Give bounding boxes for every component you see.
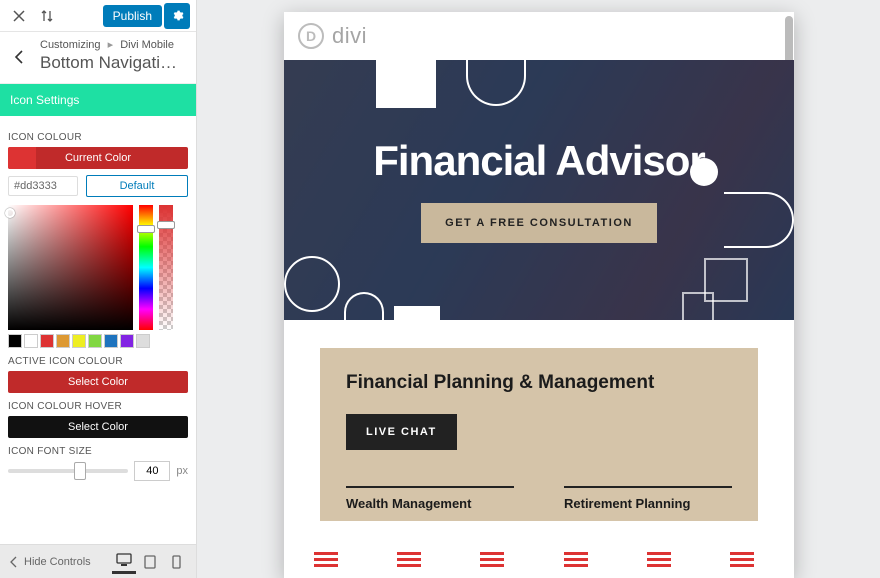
chevron-left-icon: [8, 556, 20, 568]
nav-item[interactable]: [617, 540, 700, 578]
hue-slider[interactable]: [139, 205, 153, 330]
deco-square-icon: [394, 306, 440, 320]
service-title: Wealth Management: [346, 496, 514, 511]
alpha-slider[interactable]: [159, 205, 173, 330]
bottom-navigation: [284, 540, 784, 578]
panel-header: Publish: [0, 0, 196, 32]
back-button[interactable]: [8, 46, 30, 68]
breadcrumb-root: Customizing: [40, 39, 101, 51]
color-swatch[interactable]: [8, 334, 22, 348]
saturation-value-area[interactable]: [8, 205, 133, 330]
active-icon-colour-label: ACTIVE ICON COLOUR: [8, 356, 188, 367]
hex-input[interactable]: [8, 176, 78, 196]
device-mobile-icon[interactable]: [164, 550, 188, 574]
breadcrumb-sep: ▸: [108, 39, 114, 51]
color-swatch[interactable]: [88, 334, 102, 348]
site-logo-text: divi: [332, 23, 367, 49]
divider: [564, 486, 732, 488]
icon-colour-current[interactable]: Current Color: [8, 147, 188, 169]
customizer-panel: Publish Customizing ▸ Divi Mobile Bottom…: [0, 0, 197, 578]
logo-icon: D: [298, 23, 324, 49]
preview-frame: D divi Financial Advisor GET A FREE CONS…: [284, 12, 794, 578]
icon-colour-label: ICON COLOUR: [8, 132, 188, 143]
deco-square-icon: [376, 60, 436, 108]
color-picker: [8, 205, 188, 330]
icon-colour-hover-button[interactable]: Select Color: [8, 416, 188, 438]
color-swatch[interactable]: [136, 334, 150, 348]
deco-shape-icon: [724, 192, 794, 248]
publish-button[interactable]: Publish: [103, 5, 162, 27]
hide-controls-label: Hide Controls: [24, 556, 91, 568]
font-size-slider[interactable]: [8, 469, 128, 473]
live-chat-button[interactable]: LIVE CHAT: [346, 414, 457, 450]
hero-section: Financial Advisor GET A FREE CONSULTATIO…: [284, 60, 794, 320]
hide-controls-button[interactable]: Hide Controls: [8, 556, 91, 568]
divider: [346, 486, 514, 488]
default-button[interactable]: Default: [86, 175, 188, 197]
device-desktop-icon[interactable]: [112, 550, 136, 574]
deco-circle-icon: [284, 256, 340, 312]
deco-pill-icon: [466, 60, 526, 106]
icon-colour-bar-text: Current Color: [65, 152, 131, 164]
nav-item[interactable]: [534, 540, 617, 578]
cta-button[interactable]: GET A FREE CONSULTATION: [421, 203, 657, 243]
section-heading: Financial Planning & Management: [346, 372, 732, 394]
color-swatch[interactable]: [40, 334, 54, 348]
color-swatch[interactable]: [104, 334, 118, 348]
deco-halfpill-icon: [344, 292, 384, 320]
color-swatch[interactable]: [56, 334, 70, 348]
swap-icon[interactable]: [34, 3, 60, 29]
nav-item[interactable]: [367, 540, 450, 578]
active-icon-colour-button[interactable]: Select Color: [8, 371, 188, 393]
nav-item[interactable]: [701, 540, 784, 578]
breadcrumb-parent: Divi Mobile: [120, 39, 174, 51]
content-section: Financial Planning & Management LIVE CHA…: [320, 348, 758, 521]
nav-item[interactable]: [451, 540, 534, 578]
panel-body: ICON COLOUR Current Color Default ACTIVE…: [0, 116, 196, 544]
hero-title: Financial Advisor: [373, 137, 705, 185]
icon-colour-hover-label: ICON COLOUR HOVER: [8, 401, 188, 412]
icon-colour-swatch: [8, 147, 36, 169]
breadcrumb: Customizing ▸ Divi Mobile: [0, 32, 196, 53]
color-swatch[interactable]: [24, 334, 38, 348]
service-card: Retirement Planning: [564, 486, 732, 511]
panel-footer: Hide Controls: [0, 544, 196, 578]
close-icon[interactable]: [6, 3, 32, 29]
font-size-input[interactable]: [134, 461, 170, 481]
nav-item[interactable]: [284, 540, 367, 578]
color-swatch[interactable]: [72, 334, 86, 348]
services-row: Wealth Management Retirement Planning: [346, 486, 732, 511]
swatch-row: [8, 334, 188, 348]
color-swatch[interactable]: [120, 334, 134, 348]
icon-font-size-label: ICON FONT SIZE: [8, 446, 188, 457]
service-card: Wealth Management: [346, 486, 514, 511]
deco-square-outline-icon: [682, 292, 714, 320]
device-tablet-icon[interactable]: [138, 550, 162, 574]
site-header: D divi: [284, 12, 794, 60]
service-title: Retirement Planning: [564, 496, 732, 511]
gear-icon[interactable]: [164, 3, 190, 29]
preview-area: D divi Financial Advisor GET A FREE CONS…: [198, 0, 880, 578]
font-size-unit: px: [176, 465, 188, 477]
subsection-label: Icon Settings: [0, 84, 196, 116]
deco-square-outline-icon: [704, 258, 748, 302]
